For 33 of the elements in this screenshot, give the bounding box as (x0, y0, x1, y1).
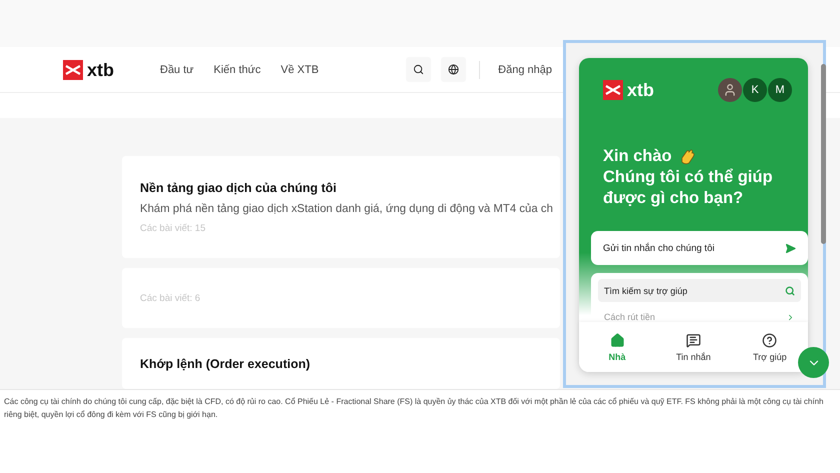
nav-link[interactable]: Về XTB (280, 64, 319, 76)
category-card[interactable]: Khớp lệnh (Order execution) (122, 338, 560, 389)
nav-link[interactable]: Kiến thức (214, 64, 261, 76)
send-icon (785, 242, 796, 254)
card-title: Nền tảng giao dịch của chúng tôi (140, 180, 338, 194)
help-icon (762, 332, 778, 348)
card-title: Khớp lệnh (Order execution) (140, 356, 312, 370)
send-message-button[interactable]: Gửi tin nhắn cho chúng tôi (591, 231, 808, 265)
xtb-logo: xtb (63, 60, 114, 80)
nav-link[interactable]: Đầu tư (160, 64, 194, 76)
login-link[interactable]: Đăng nhập (498, 64, 552, 76)
article-count: Các bài viết: 6 (140, 292, 202, 304)
greeting-text: Xin chào (603, 146, 672, 167)
category-card[interactable]: Nền tảng giao dịch của chúng tôi Khám phá nền tảng giao dịch xStation danh giá, ứng dụng di động và MT4 của ch Các bài viết: 15 (122, 156, 560, 258)
agent-avatar: K (743, 78, 767, 102)
help-search-input[interactable]: Tìm kiếm sự trợ giúp (604, 286, 754, 296)
search-button[interactable] (406, 57, 432, 82)
xtb-logo: xtb (603, 80, 654, 100)
agent-avatar: M (768, 78, 792, 102)
help-question: Chúng tôi có thể giúp được gì cho bạn? (603, 167, 774, 209)
home-icon (610, 332, 625, 348)
chevron-right-icon (786, 312, 795, 322)
language-button[interactable] (441, 57, 466, 82)
chat-tab[interactable]: Tin nhắn (663, 332, 724, 362)
message-icon (686, 332, 701, 348)
help-search-field[interactable]: Tìm kiếm sự trợ giúp (598, 279, 801, 302)
search-icon (413, 64, 424, 75)
search-icon (785, 286, 795, 296)
article-count: Các bài viết: 15 (140, 222, 206, 234)
globe-icon (448, 64, 460, 75)
chat-tab[interactable]: Trợ giúp (740, 332, 800, 362)
card-description: Khám phá nền tảng giao dịch xStation danh giá, ứng dụng di động và MT4 của ch (140, 202, 553, 214)
risk-disclaimer: Các công cụ tài chính do chúng tôi cung cấp, đặc biệt là CFD, có độ rủi ro cao. Cổ Phiếu Lẻ - Fractional Share (FS) là quyền ủy thác của XTB đối với một phần lẻ của các cổ phiếu và quỹ ETF. FS không phải là một công cụ tài chính riêng biệt, quyền lợi cổ đông đi kèm với FS cũng bị giới hạn. (0, 389, 840, 473)
